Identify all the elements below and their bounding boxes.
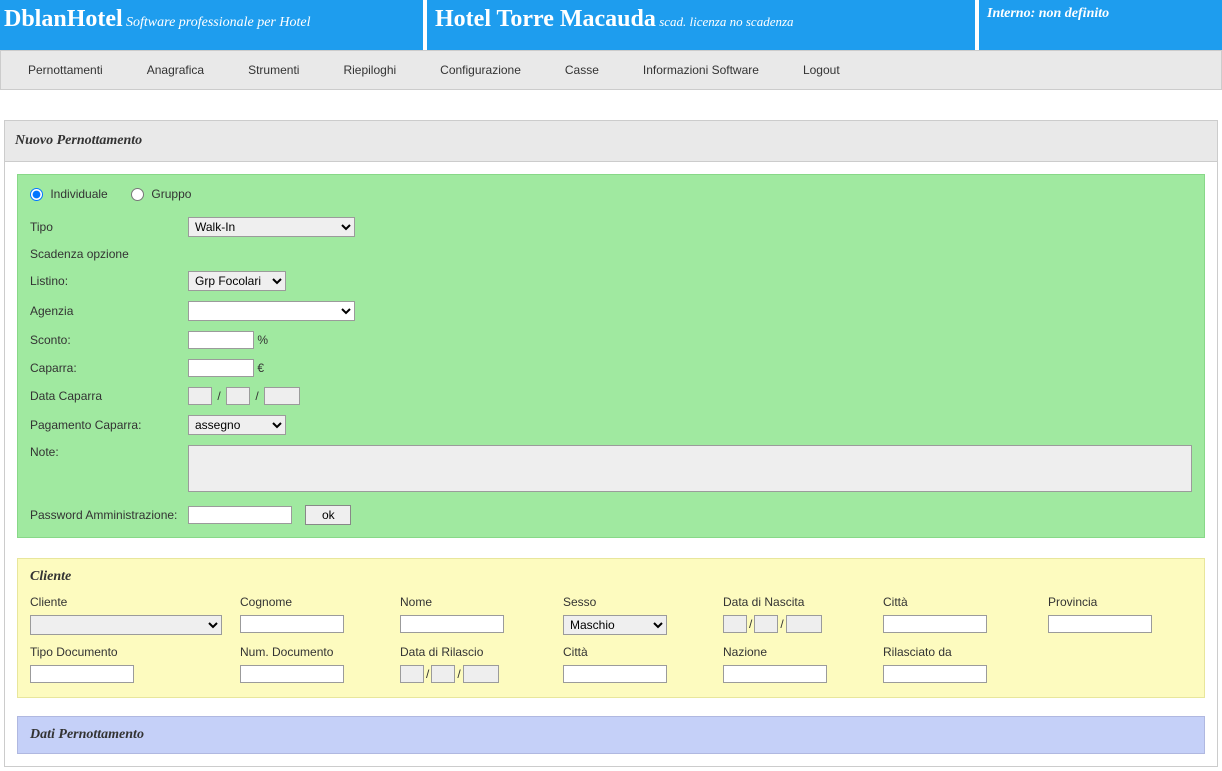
num-documento-label: Num. Documento (240, 645, 400, 659)
scadenza-label: Scadenza opzione (30, 247, 188, 261)
sconto-input[interactable] (188, 331, 254, 349)
cliente-panel: Cliente Cliente Cognome Nome (17, 558, 1205, 698)
page-container: Nuovo Pernottamento Individuale Gruppo T… (4, 120, 1218, 767)
main-menu: Pernottamenti Anagrafica Strumenti Riepi… (0, 50, 1222, 90)
nome-input[interactable] (400, 615, 504, 633)
caparra-unit: € (257, 361, 264, 375)
ok-button[interactable]: ok (305, 505, 351, 525)
license-text: scad. licenza no scadenza (659, 14, 793, 29)
agenzia-select[interactable] (188, 301, 355, 321)
sesso-select[interactable]: Maschio (563, 615, 667, 635)
note-textarea[interactable] (188, 445, 1192, 492)
rilasciato-da-input[interactable] (883, 665, 987, 683)
listino-label: Listino: (30, 274, 188, 288)
cognome-label: Cognome (240, 595, 400, 609)
radio-gruppo-text: Gruppo (151, 187, 191, 201)
radio-gruppo-label[interactable]: Gruppo (131, 187, 191, 201)
header-bar: DblanHotel Software professionale per Ho… (0, 0, 1222, 50)
rilascio-year[interactable] (463, 665, 499, 683)
data-caparra-month[interactable] (226, 387, 250, 405)
nascita-month[interactable] (754, 615, 778, 633)
header-middle: Hotel Torre Macauda scad. licenza no sca… (427, 0, 979, 50)
app-tagline: Software professionale per Hotel (126, 15, 310, 30)
rilasciato-da-label: Rilasciato da (883, 645, 1048, 659)
sconto-label: Sconto: (30, 333, 188, 347)
caparra-label: Caparra: (30, 361, 188, 375)
radio-individuale-label[interactable]: Individuale (30, 187, 111, 201)
citta2-label: Città (563, 645, 723, 659)
provincia-label: Provincia (1048, 595, 1213, 609)
nazione-label: Nazione (723, 645, 883, 659)
nascita-year[interactable] (786, 615, 822, 633)
header-right: Interno: non definito (979, 0, 1222, 50)
cognome-input[interactable] (240, 615, 344, 633)
caparra-input[interactable] (188, 359, 254, 377)
password-input[interactable] (188, 506, 292, 524)
cliente-label: Cliente (30, 595, 240, 609)
menu-riepiloghi[interactable]: Riepiloghi (321, 57, 418, 83)
header-left: DblanHotel Software professionale per Ho… (0, 0, 427, 50)
radio-gruppo[interactable] (131, 188, 144, 201)
num-documento-input[interactable] (240, 665, 344, 683)
data-caparra-year[interactable] (264, 387, 300, 405)
app-name: DblanHotel (4, 6, 123, 32)
menu-informazioni[interactable]: Informazioni Software (621, 57, 781, 83)
dati-pernottamento-heading: Dati Pernottamento (30, 727, 1192, 743)
booking-type-radios: Individuale Gruppo (30, 187, 1192, 201)
tipo-label: Tipo (30, 220, 188, 234)
radio-individuale-text: Individuale (50, 187, 107, 201)
hotel-name: Hotel Torre Macauda (435, 6, 656, 32)
citta-input[interactable] (883, 615, 987, 633)
note-label: Note: (30, 445, 188, 459)
sesso-label: Sesso (563, 595, 723, 609)
menu-pernottamenti[interactable]: Pernottamenti (6, 57, 125, 83)
data-nascita-label: Data di Nascita (723, 595, 883, 609)
rilascio-day[interactable] (400, 665, 424, 683)
sconto-unit: % (257, 333, 268, 347)
cliente-heading: Cliente (30, 569, 1192, 585)
listino-select[interactable]: Grp Focolari (188, 271, 286, 291)
data-caparra-day[interactable] (188, 387, 212, 405)
radio-individuale[interactable] (30, 188, 43, 201)
nascita-day[interactable] (723, 615, 747, 633)
rilascio-month[interactable] (431, 665, 455, 683)
provincia-input[interactable] (1048, 615, 1152, 633)
menu-casse[interactable]: Casse (543, 57, 621, 83)
nazione-input[interactable] (723, 665, 827, 683)
pagamento-caparra-label: Pagamento Caparra: (30, 418, 188, 432)
tipo-documento-label: Tipo Documento (30, 645, 240, 659)
agenzia-label: Agenzia (30, 304, 188, 318)
data-caparra-label: Data Caparra (30, 389, 188, 403)
menu-logout[interactable]: Logout (781, 57, 862, 83)
tipo-select[interactable]: Walk-In (188, 217, 355, 237)
citta-label: Città (883, 595, 1048, 609)
data-rilascio-label: Data di Rilascio (400, 645, 563, 659)
citta2-input[interactable] (563, 665, 667, 683)
menu-configurazione[interactable]: Configurazione (418, 57, 543, 83)
tipo-documento-input[interactable] (30, 665, 134, 683)
nome-label: Nome (400, 595, 563, 609)
menu-strumenti[interactable]: Strumenti (226, 57, 321, 83)
pagamento-caparra-select[interactable]: assegno (188, 415, 286, 435)
booking-panel: Individuale Gruppo Tipo Walk-In (17, 174, 1205, 538)
cliente-select[interactable] (30, 615, 222, 635)
password-label: Password Amministrazione: (30, 508, 188, 522)
menu-anagrafica[interactable]: Anagrafica (125, 57, 226, 83)
dati-pernottamento-panel: Dati Pernottamento (17, 716, 1205, 754)
interno-text: Interno: non definito (987, 6, 1109, 21)
page-title: Nuovo Pernottamento (5, 121, 1217, 162)
